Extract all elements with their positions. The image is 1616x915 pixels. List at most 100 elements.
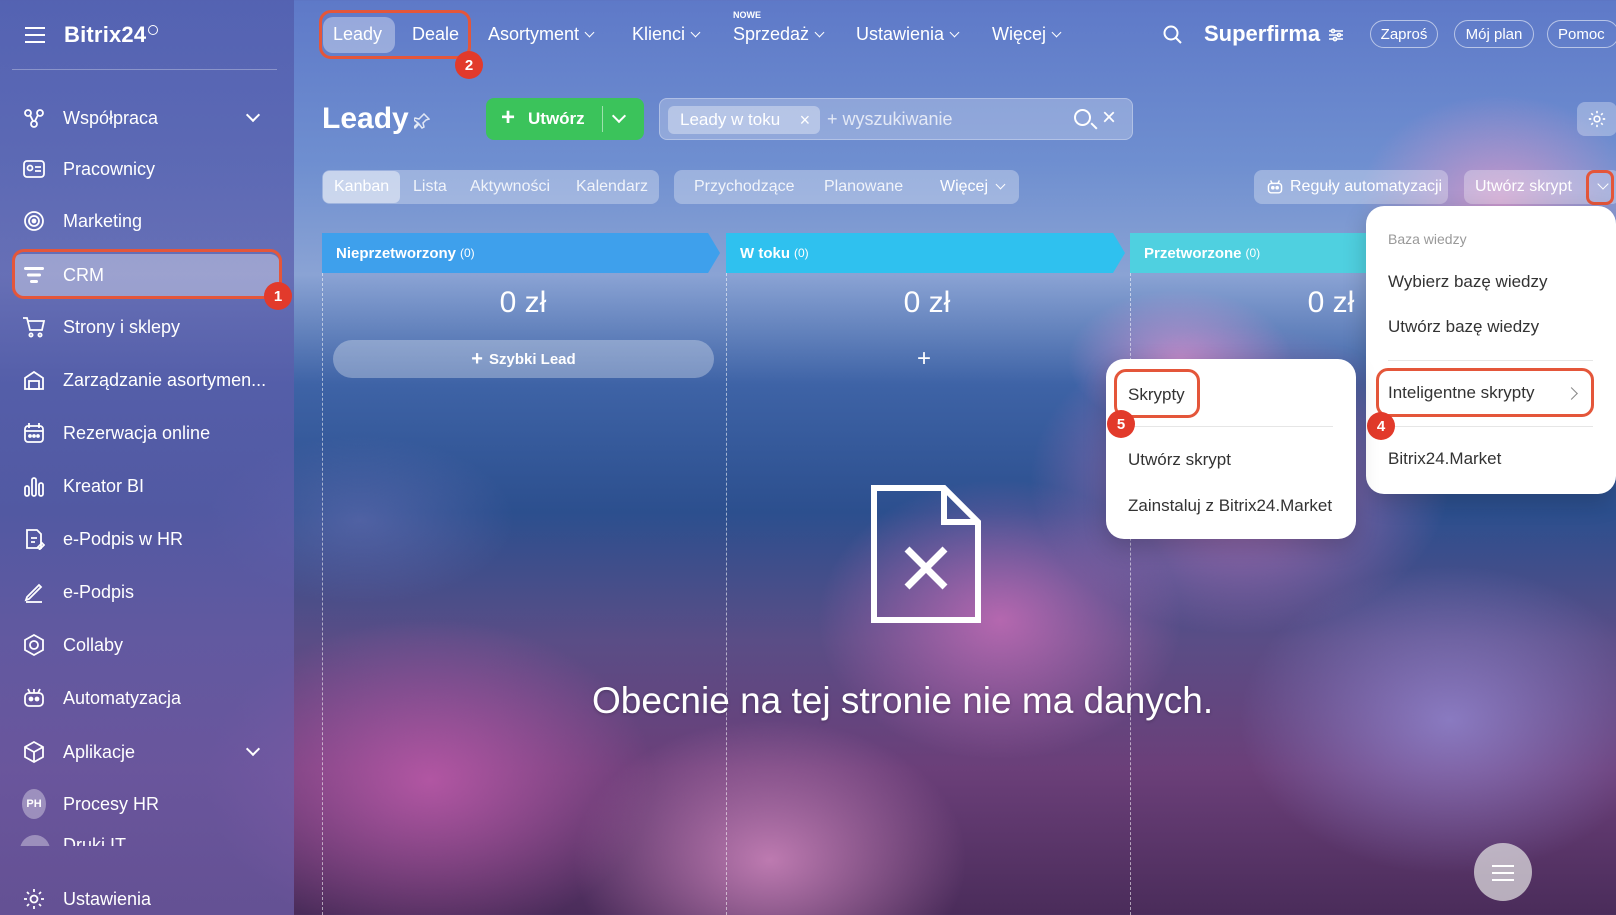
topnav-ustawienia[interactable]: Ustawienia — [856, 24, 960, 45]
page-title: Leady — [322, 102, 409, 135]
create-button[interactable]: + Utwórz — [486, 98, 644, 140]
sidebar-item-marketing[interactable]: Marketing — [12, 200, 280, 242]
divider — [1128, 426, 1333, 427]
chevron-down-icon — [690, 27, 701, 38]
feed-button[interactable] — [1474, 843, 1532, 901]
chevron-down-icon[interactable] — [245, 107, 261, 123]
new-badge: NOWE — [733, 10, 761, 20]
add-card-button[interactable]: + — [917, 345, 931, 373]
ph-avatar-icon: PH — [22, 789, 46, 819]
tab-lista[interactable]: Lista — [413, 178, 447, 196]
tab-kanban[interactable]: Kanban — [334, 178, 389, 196]
sidebar-item-aplikacje[interactable]: Aplikacje — [12, 731, 280, 773]
menu-item-create-kb[interactable]: Utwórz bazę wiedzy — [1388, 317, 1539, 337]
sidebar-item-label: Ustawienia — [63, 888, 152, 909]
sidebar-item-label: Zarządzanie asortymen... — [63, 369, 267, 390]
column-sum: 0 zł — [903, 286, 951, 319]
divider — [12, 69, 277, 70]
topnav-klienci[interactable]: Klienci — [632, 24, 701, 45]
sidebar-item-label: Współpraca — [63, 107, 159, 128]
sidebar-item-automatyzacja[interactable]: Automatyzacja — [12, 677, 280, 719]
chevron-down-icon[interactable] — [611, 108, 627, 124]
quick-lead-button[interactable]: + Szybki Lead — [333, 340, 714, 378]
sidebar-item-label: Kreator BI — [63, 475, 145, 496]
search-bar[interactable]: Leady w toku × + wyszukiwanie × — [659, 98, 1133, 140]
sidebar-item-label: Strony i sklepy — [63, 316, 181, 337]
sidebar-item-label: Procesy HR — [63, 793, 160, 814]
column-header-w-toku[interactable]: W toku (0) — [726, 233, 1125, 273]
topnav-sprzedaz[interactable]: Sprzedaż — [733, 24, 825, 45]
sidebar-item-druki-it[interactable]: Druki IT — [12, 832, 280, 846]
bi-chart-icon — [22, 475, 46, 497]
my-plan-button[interactable]: Mój plan — [1454, 20, 1534, 48]
sidebar-item-pracownicy[interactable]: Pracownicy — [12, 148, 280, 190]
collaboration-icon — [22, 107, 46, 129]
menu-icon[interactable] — [25, 27, 45, 43]
empty-state-message: Obecnie na tej stronie nie ma danych. — [592, 680, 1214, 721]
chevron-down-icon — [584, 27, 595, 38]
hr-signature-icon — [22, 528, 46, 550]
sidebar-item-kreator-bi[interactable]: Kreator BI — [12, 465, 280, 507]
company-name[interactable]: Superfirma — [1204, 21, 1320, 47]
tab-aktywnosci[interactable]: Aktywności — [470, 178, 550, 196]
submenu-item-create-script[interactable]: Utwórz skrypt — [1128, 450, 1231, 470]
filter-planowane[interactable]: Planowane — [824, 178, 903, 196]
sidebar-item-epodpis-hr[interactable]: e-Podpis w HR — [12, 518, 280, 560]
apps-icon — [22, 741, 46, 763]
invite-button[interactable]: Zaproś — [1370, 20, 1438, 48]
tab-kalendarz[interactable]: Kalendarz — [576, 178, 648, 196]
menu-item-market[interactable]: Bitrix24.Market — [1388, 449, 1501, 469]
sidebar-item-epodpis[interactable]: e-Podpis — [12, 571, 280, 613]
signature-icon — [22, 581, 46, 603]
topnav-wiecej[interactable]: Więcej — [992, 24, 1062, 45]
sidebar-item-label: Rezerwacja online — [63, 422, 211, 443]
create-script-menu: Baza wiedzy Wybierz bazę wiedzy Utwórz b… — [1366, 206, 1616, 494]
sidebar-item-asortyment[interactable]: Zarządzanie asortymen... — [12, 359, 280, 401]
sidebar-item-strony[interactable]: Strony i sklepy — [12, 306, 280, 348]
search-icon[interactable] — [1163, 25, 1182, 44]
filter-przychodzace[interactable]: Przychodzące — [694, 178, 795, 196]
close-icon[interactable]: × — [1102, 104, 1116, 132]
sidebar-item-label: Druki IT — [63, 835, 126, 846]
chevron-down-icon — [1051, 27, 1062, 38]
search-input[interactable]: + wyszukiwanie — [827, 109, 953, 130]
column-header-nieprzetworzony[interactable]: Nieprzetworzony (0) — [322, 233, 720, 273]
automation-rules-button[interactable]: Reguły automatyzacji — [1254, 170, 1448, 204]
column-header-przetworzone[interactable]: Przetworzone (0) — [1130, 233, 1366, 273]
sidebar-item-ustawienia[interactable]: Ustawienia — [12, 878, 280, 915]
divider — [602, 106, 603, 132]
sidebar-item-rezerwacja[interactable]: Rezerwacja online — [12, 412, 280, 454]
sidebar-item-collaby[interactable]: Collaby — [12, 624, 280, 666]
inventory-icon — [22, 369, 46, 391]
filter-wiecej[interactable]: Więcej — [940, 178, 1006, 196]
settings-button[interactable] — [1577, 102, 1616, 136]
sidebar-item-label: Aplikacje — [63, 741, 136, 762]
topnav-asortyment[interactable]: Asortyment — [488, 24, 595, 45]
highlight-leady-deale — [319, 10, 471, 59]
close-icon[interactable]: × — [800, 106, 811, 134]
sidebar-item-label: Pracownicy — [63, 158, 156, 179]
logo[interactable]: Bitrix24 — [64, 22, 146, 48]
settings-sliders-icon[interactable] — [1328, 28, 1344, 42]
pin-icon[interactable] — [412, 112, 431, 130]
marketing-icon — [22, 210, 46, 232]
chevron-down-icon — [814, 27, 825, 38]
collaby-icon — [22, 634, 46, 656]
column-border — [726, 273, 727, 915]
sidebar-item-label: Collaby — [63, 634, 124, 655]
menu-header: Baza wiedzy — [1388, 231, 1467, 247]
filter-chip[interactable]: Leady w toku × — [668, 106, 821, 134]
sidebar-item-wspolpraca[interactable]: Współpraca — [12, 97, 280, 139]
sidebar-item-label: e-Podpis — [63, 581, 135, 602]
automation-icon — [22, 687, 46, 709]
search-icon[interactable] — [1074, 109, 1091, 126]
menu-item-choose-kb[interactable]: Wybierz bazę wiedzy — [1388, 272, 1548, 292]
sidebar-item-label: e-Podpis w HR — [63, 528, 184, 549]
submenu-item-install-market[interactable]: Zainstaluj z Bitrix24.Market — [1128, 496, 1332, 516]
step-badge-1: 1 — [264, 282, 292, 310]
plus-icon: + — [501, 104, 516, 131]
chevron-down-icon[interactable] — [245, 741, 261, 757]
sidebar-item-label: Automatyzacja — [63, 687, 182, 708]
sidebar-item-procesy-hr[interactable]: PH Procesy HR — [12, 783, 280, 825]
help-button[interactable]: Pomoc — [1547, 20, 1616, 48]
